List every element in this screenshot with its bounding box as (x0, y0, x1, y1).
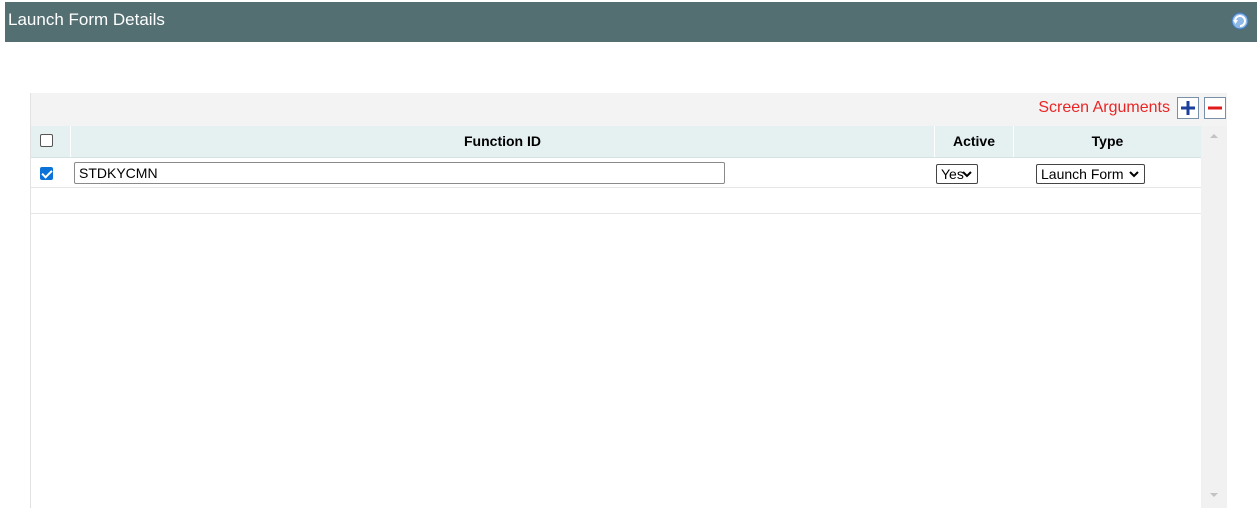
minus-icon (1208, 106, 1222, 110)
column-header-active[interactable]: Active (935, 126, 1014, 157)
screen-arguments-grid: Function ID Active Type Yes Launch Form (31, 126, 1201, 508)
chevron-down-icon (962, 171, 972, 178)
scroll-up-arrow-icon[interactable] (1208, 131, 1220, 141)
type-select-value: Launch Form (1041, 166, 1124, 182)
function-id-input[interactable] (74, 162, 725, 184)
grid-header: Function ID Active Type (31, 126, 1201, 158)
delete-row-button[interactable] (1204, 97, 1226, 119)
active-select[interactable]: Yes (936, 164, 978, 184)
table-row[interactable]: Yes Launch Form (31, 158, 1201, 188)
title-bar: Launch Form Details (5, 2, 1257, 42)
type-select[interactable]: Launch Form (1036, 164, 1145, 184)
refresh-icon[interactable] (1230, 11, 1250, 31)
row-select-checkbox[interactable] (40, 167, 53, 180)
plus-icon (1181, 101, 1195, 115)
screen-arguments-label: Screen Arguments (1038, 99, 1170, 116)
empty-row (31, 188, 1201, 214)
screen-arguments-panel: Screen Arguments Function ID Active Type (30, 93, 1227, 508)
vertical-scrollbar[interactable] (1201, 126, 1227, 508)
select-all-header (31, 126, 71, 157)
column-header-function-id[interactable]: Function ID (71, 126, 935, 157)
window-title: Launch Form Details (8, 10, 165, 29)
select-all-checkbox[interactable] (40, 134, 53, 147)
panel-toolbar: Screen Arguments (31, 93, 1227, 126)
scroll-down-arrow-icon[interactable] (1208, 490, 1220, 500)
add-row-button[interactable] (1177, 97, 1199, 119)
column-header-type[interactable]: Type (1014, 126, 1201, 157)
chevron-down-icon (1129, 171, 1139, 178)
